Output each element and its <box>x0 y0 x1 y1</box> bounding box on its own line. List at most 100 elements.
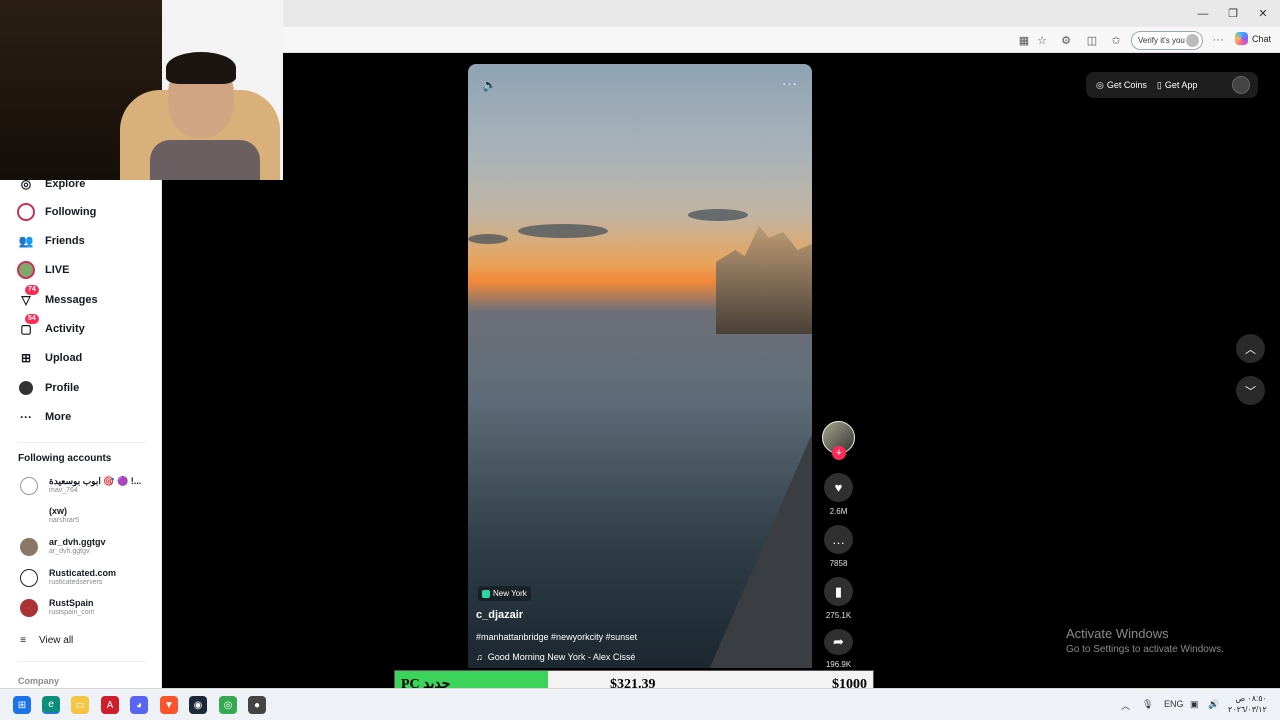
save-action[interactable]: ▮ 275.1K <box>822 577 855 620</box>
view-all-label: View all <box>39 634 74 646</box>
webcam-overlay <box>0 0 283 180</box>
chevron-up-icon: ︿ <box>1245 343 1256 356</box>
restore-icon[interactable]: ❐ <box>1218 0 1248 27</box>
verify-label: Verify it's you <box>1138 36 1185 45</box>
chevron-down-icon: ﹀ <box>1245 385 1256 398</box>
view-all-link[interactable]: ≡ View all <box>16 628 73 652</box>
sidebar-item-label: Profile <box>45 382 80 394</box>
brave-icon[interactable]: ▼ <box>160 696 178 714</box>
close-icon[interactable]: ✕ <box>1248 0 1278 27</box>
sidebar-item-more[interactable]: ··· More <box>16 405 71 429</box>
app-icon[interactable]: ● <box>248 696 266 714</box>
sidebar-item-activity[interactable]: ▢ 54 Activity <box>16 314 85 341</box>
location-label: New York <box>493 589 527 598</box>
account-item[interactable]: ar_dvh.ggtgv ar_dvh.ggtgv <box>20 533 106 561</box>
heart-icon[interactable]: ♥ <box>824 473 853 502</box>
bookmark-icon[interactable]: ▮ <box>824 577 853 606</box>
clock-date: ٢٠٢٦/٠٣/١٢ <box>1228 705 1267 714</box>
like-action[interactable]: ♥ 2.6M <box>822 473 855 516</box>
activity-badge: 54 <box>25 314 39 324</box>
video-music[interactable]: ♫ Good Morning New York - Alex Cissé <box>476 652 635 662</box>
account-name: ar_dvh.ggtgv <box>49 537 106 547</box>
split-screen-icon[interactable]: ◫ <box>1084 32 1100 48</box>
location-icon <box>482 589 490 598</box>
discord-icon[interactable]: ◕ <box>130 696 148 714</box>
favorite-star-icon[interactable]: ☆ <box>1034 32 1050 48</box>
network-icon[interactable]: ▣ <box>1190 699 1199 710</box>
copilot-chat-button[interactable]: Chat <box>1235 32 1271 45</box>
windows-start-icon[interactable]: ⊞ <box>13 696 31 714</box>
video-hashtags[interactable]: #manhattanbridge #newyorkcity #sunset <box>476 632 637 642</box>
activate-windows-watermark: Activate Windows Go to Settings to activ… <box>1066 626 1224 655</box>
comment-icon[interactable]: … <box>824 525 853 554</box>
tray-expand-icon[interactable]: ︿ <box>1121 699 1130 712</box>
follow-plus-icon[interactable]: + <box>832 446 846 460</box>
language-indicator[interactable]: ENG <box>1164 699 1184 709</box>
sidebar-item-following[interactable]: Following <box>16 200 96 224</box>
upload-icon: ⊞ <box>20 351 32 365</box>
phone-icon: ▯ <box>1156 79 1162 90</box>
user-avatar[interactable] <box>1232 76 1250 94</box>
tab-layout-icon[interactable]: ▦ <box>1016 32 1032 48</box>
activate-subtitle: Go to Settings to activate Windows. <box>1066 644 1224 655</box>
sidebar-item-upload[interactable]: ⊞ Upload <box>16 346 82 370</box>
windows-taskbar: ⊞ e ▭ A ◕ ▼ ◉ ◎ ● ︿ 🎙 ENG ▣ 🔊 ٠٨:٥٠ ص ٢٠… <box>0 688 1280 720</box>
share-count: 196.9K <box>825 660 852 669</box>
like-count: 2.6M <box>829 507 848 516</box>
sidebar-item-explore[interactable]: ◎ Explore <box>16 172 86 196</box>
account-handle: ar_dvh.ggtgv <box>49 548 90 555</box>
account-item[interactable]: RustSpain rustspain_com <box>20 594 95 622</box>
sidebar-item-friends[interactable]: 👥 Friends <box>16 229 85 253</box>
more-icon: ··· <box>20 410 32 424</box>
music-title: Good Morning New York - Alex Cissé <box>487 652 636 662</box>
get-app-button[interactable]: ▯ Get App <box>1157 80 1197 91</box>
previous-video-button[interactable]: ︿ <box>1236 334 1265 363</box>
following-accounts-title: Following accounts <box>18 453 112 464</box>
verify-button[interactable]: Verify it's you <box>1131 31 1203 50</box>
video-cloud <box>518 224 608 238</box>
account-item[interactable]: ابوب بوسعيدة 🎯 🟣 !... mav_764 <box>20 472 141 500</box>
avatar <box>20 507 38 525</box>
get-coins-label: Get Coins <box>1106 80 1147 90</box>
sidebar-item-live[interactable]: LIVE <box>16 258 69 282</box>
location-tag[interactable]: New York <box>478 586 531 601</box>
account-item[interactable]: Rusticated.com rusticatedservers <box>20 564 116 592</box>
sidebar-item-profile[interactable]: Profile <box>16 376 79 400</box>
account-item[interactable]: (xw) narshrar5 <box>20 502 79 530</box>
chat-label: Chat <box>1252 33 1272 44</box>
chrome-icon[interactable]: ◎ <box>219 696 237 714</box>
acrobat-icon[interactable]: A <box>101 696 119 714</box>
get-coins-button[interactable]: ◎ Get Coins <box>1096 80 1147 91</box>
share-action[interactable]: ➦ 196.9K <box>822 629 855 669</box>
favorites-icon[interactable]: ✩ <box>1108 32 1124 48</box>
sidebar-divider <box>18 661 146 662</box>
sidebar-item-label: Explore <box>45 178 86 190</box>
extensions-icon[interactable]: ⚙ <box>1058 32 1074 48</box>
sidebar-item-label: Following <box>45 206 97 218</box>
video-player[interactable]: 🔈 ··· New York c_djazair #manhattanbridg… <box>468 64 812 668</box>
volume-icon[interactable]: 🔊 <box>1208 699 1219 710</box>
more-menu-icon[interactable]: ··· <box>1210 32 1226 48</box>
share-icon[interactable]: ➦ <box>824 629 853 655</box>
video-author[interactable]: c_djazair <box>476 609 523 621</box>
microphone-icon[interactable]: 🎙 <box>1142 699 1153 710</box>
next-video-button[interactable]: ﹀ <box>1236 376 1265 405</box>
browser-toolbar: ▦ ☆ ⚙ ◫ ✩ Verify it's you ··· Chat <box>283 27 1280 53</box>
sidebar-item-label: Activity <box>45 323 85 335</box>
taskbar-clock[interactable]: ٠٨:٥٠ ص ٢٠٢٦/٠٣/١٢ <box>1228 693 1267 715</box>
sound-icon[interactable]: 🔈 <box>482 78 497 92</box>
sidebar-divider <box>18 442 146 443</box>
more-options-icon[interactable]: ··· <box>782 76 798 91</box>
minimize-icon[interactable]: — <box>1188 0 1218 27</box>
file-explorer-icon[interactable]: ▭ <box>71 696 89 714</box>
steam-icon[interactable]: ◉ <box>189 696 207 714</box>
comment-count: 7858 <box>829 559 848 568</box>
sidebar-item-messages[interactable]: ▽ 74 Messages <box>16 285 98 312</box>
comment-action[interactable]: … 7858 <box>822 525 855 568</box>
account-name: (xw) <box>49 506 67 516</box>
avatar <box>20 599 38 617</box>
account-name: RustSpain <box>49 598 94 608</box>
account-name: ابوب بوسعيدة 🎯 🟣 !... <box>49 476 142 486</box>
edge-icon[interactable]: e <box>42 696 60 714</box>
activate-title: Activate Windows <box>1066 626 1169 641</box>
